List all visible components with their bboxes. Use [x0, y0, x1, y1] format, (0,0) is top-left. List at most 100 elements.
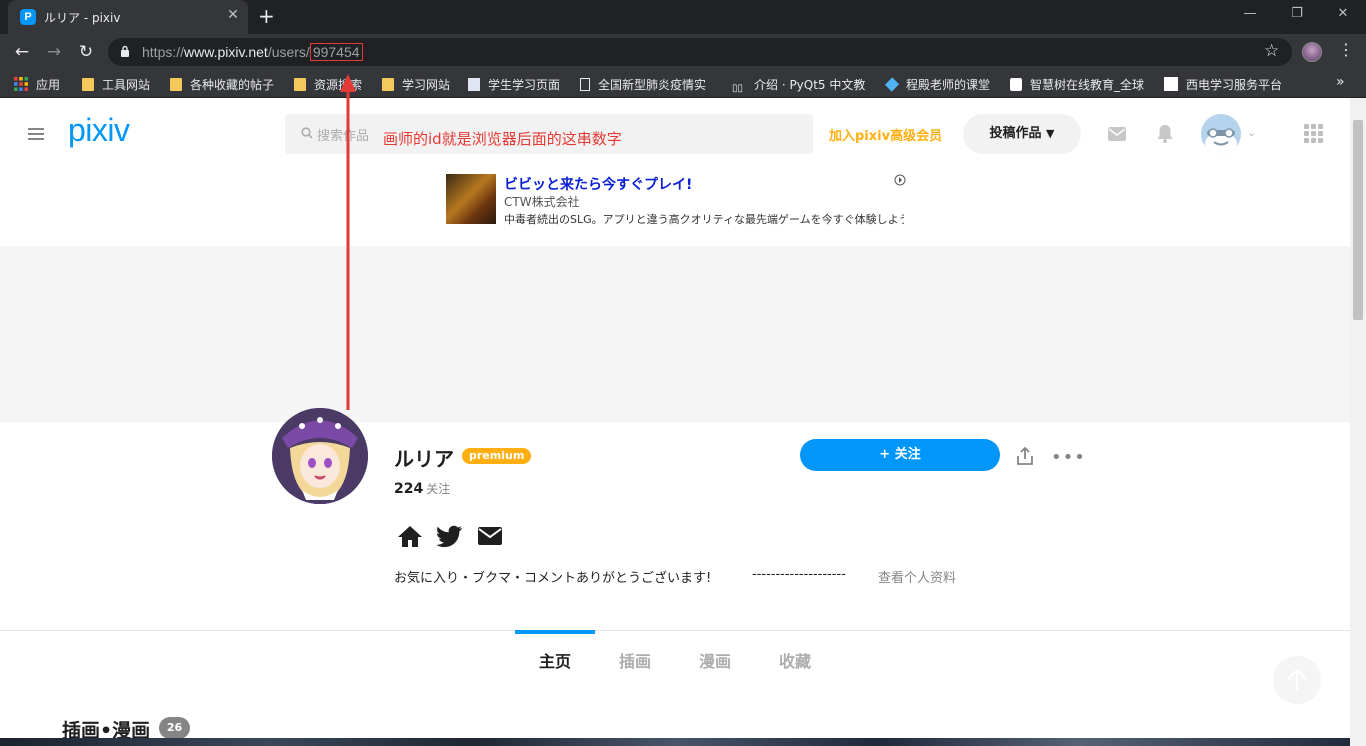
bookmark-zhihuishu[interactable]: 智慧树在线教育_全球 [1010, 76, 1150, 94]
back-to-top-button[interactable] [1273, 656, 1321, 704]
bookmark-xidian[interactable]: 西电学习服务平台 [1164, 76, 1282, 94]
bookmark-label: 程殿老师的课堂 [906, 78, 991, 92]
folder-icon [82, 78, 94, 91]
bookmark-tools-folder[interactable]: 工具网站 [82, 76, 150, 94]
mail-icon[interactable] [477, 524, 503, 548]
join-premium-link[interactable]: 加入pixiv高级会员 [829, 125, 942, 144]
bookmark-label: 各种收藏的帖子 [190, 78, 275, 92]
chevron-down-icon: ▼ [1046, 127, 1055, 140]
search-icon [301, 127, 313, 139]
browser-menu-icon[interactable]: ⋮ [1338, 40, 1354, 59]
pixiv-page: pixiv 搜索作品 加入pixiv高级会员 投稿作品 ▼ ⌄ ビビッと来たら今… [0, 98, 1350, 746]
artwork-thumbnails-strip [0, 738, 1350, 746]
bookmark-label: 学生学习页面 [488, 78, 561, 92]
page-icon [468, 78, 480, 91]
bookmark-epidemic[interactable]: 全国新型肺炎疫情实 [580, 76, 716, 94]
tab-close-icon[interactable]: ✕ [224, 7, 242, 23]
folder-icon [170, 78, 182, 91]
bell-icon[interactable] [1156, 124, 1174, 143]
bookmarks-more-icon[interactable]: » [1336, 74, 1345, 90]
following-label: 关注 [426, 482, 451, 496]
following-number: 224 [394, 481, 424, 497]
section-count-badge: 26 [159, 717, 190, 739]
tree-icon [1010, 78, 1022, 91]
hamburger-menu-icon[interactable] [28, 128, 44, 140]
advertisement[interactable]: ビビッと来たら今すぐプレイ! CTW株式会社 中毒者続出のSLG。アプリと違う高… [446, 174, 916, 226]
minimize-button[interactable]: — [1235, 6, 1265, 21]
bookmark-label: 全国新型肺炎疫情实 [598, 78, 707, 92]
scrollbar-thumb[interactable] [1353, 120, 1363, 320]
apps-grid-icon[interactable] [1304, 124, 1324, 144]
tab-illustrations[interactable]: 插画 [595, 648, 675, 672]
chevron-down-icon[interactable]: ⌄ [1247, 126, 1256, 139]
bookmark-pyqt5[interactable]: ▯▯ 介绍 · PyQt5 中文教 [732, 76, 870, 94]
ad-description: 中毒者続出のSLG。アプリと違う高クオリティな最先端ゲームを今すぐ体験しよう [504, 213, 904, 226]
anime-avatar-icon [272, 408, 368, 504]
page-scrollbar[interactable] [1350, 98, 1366, 746]
url-text: https://www.pixiv.net/users/997454 [142, 43, 363, 61]
restore-button[interactable]: ❐ [1282, 6, 1312, 21]
bookmark-apps[interactable]: 应用 [14, 76, 60, 94]
bookmark-favorites-folder[interactable]: 各种收藏的帖子 [170, 76, 274, 94]
reload-icon[interactable]: ↻ [75, 41, 97, 63]
following-count[interactable]: 224 关注 [394, 480, 450, 497]
profile-avatar[interactable] [272, 408, 368, 504]
lock-icon [121, 45, 129, 57]
tabs-divider [0, 630, 1350, 631]
ad-image[interactable] [446, 174, 496, 224]
url-path: /users/ [267, 44, 310, 60]
bookmark-label: 智慧树在线教育_全球 [1030, 78, 1145, 92]
tab-title: ルリア - pixiv [44, 11, 121, 25]
bookmark-label: 介绍 · PyQt5 中文教 [754, 78, 866, 92]
avatar-face-icon [1205, 128, 1237, 154]
apps-grid-icon [14, 77, 28, 91]
tab-bookmarks[interactable]: 收藏 [755, 648, 835, 672]
browser-tab-bar: P ルリア - pixiv ✕ + — ❐ ✕ [0, 0, 1366, 34]
twitter-icon[interactable] [437, 524, 463, 548]
profile-username: ルリア [394, 447, 454, 471]
bookmark-label: 应用 [36, 78, 61, 92]
folder-icon [382, 78, 394, 91]
ad-choices-icon[interactable] [894, 174, 906, 186]
post-work-label: 投稿作品 [989, 126, 1042, 141]
tab-manga[interactable]: 漫画 [675, 648, 755, 672]
home-icon[interactable] [397, 524, 423, 548]
diamond-icon [884, 77, 900, 92]
url-prefix: https:// [142, 44, 185, 60]
window-close-button[interactable]: ✕ [1328, 6, 1358, 21]
bookmark-label: 工具网站 [102, 78, 151, 92]
view-profile-link[interactable]: 查看个人资料 [878, 567, 956, 586]
pixiv-logo[interactable]: pixiv [68, 112, 130, 149]
back-arrow-icon[interactable]: ← [11, 41, 33, 63]
ad-title[interactable]: ビビッと来たら今すぐプレイ! [504, 174, 692, 194]
forward-arrow-icon[interactable]: → [43, 41, 65, 63]
folder-icon [294, 78, 306, 91]
post-work-button[interactable]: 投稿作品 ▼ [963, 114, 1081, 154]
user-avatar[interactable] [1201, 114, 1241, 154]
premium-badge: premium [462, 448, 532, 464]
url-host: www.pixiv.net [184, 44, 268, 60]
bookmark-student-page[interactable]: 学生学习页面 [468, 76, 560, 94]
tab-home[interactable]: 主页 [515, 648, 595, 672]
bookmark-resources-folder[interactable]: 资源搜索 [294, 76, 362, 94]
follow-button[interactable]: + 关注 [800, 439, 1000, 471]
bookmark-study-folder[interactable]: 学习网站 [382, 76, 450, 94]
mail-icon[interactable] [1108, 127, 1126, 141]
more-options-icon[interactable]: ••• [1051, 447, 1086, 468]
book-icon: ▯▯ [732, 83, 744, 94]
search-placeholder: 搜索作品 [317, 129, 370, 144]
bookmark-label: 西电学习服务平台 [1186, 78, 1283, 92]
profile-cover-banner [0, 246, 1350, 422]
new-tab-button[interactable]: + [258, 4, 275, 28]
bookmark-classroom[interactable]: 程殿老师的课堂 [884, 76, 991, 94]
address-bar[interactable]: https://www.pixiv.net/users/997454 ☆ [108, 38, 1292, 66]
browser-tab[interactable]: P ルリア - pixiv ✕ [8, 0, 248, 34]
active-tab-indicator [515, 630, 595, 634]
browser-profile-avatar[interactable] [1302, 42, 1322, 62]
profile-bio-dashes: -------------------- [752, 567, 846, 582]
bookmark-star-icon[interactable]: ☆ [1264, 41, 1279, 61]
share-icon[interactable] [1015, 446, 1035, 466]
page-icon [1164, 77, 1178, 91]
bookmark-label: 资源搜索 [314, 78, 363, 92]
url-user-id: 997454 [309, 43, 363, 61]
